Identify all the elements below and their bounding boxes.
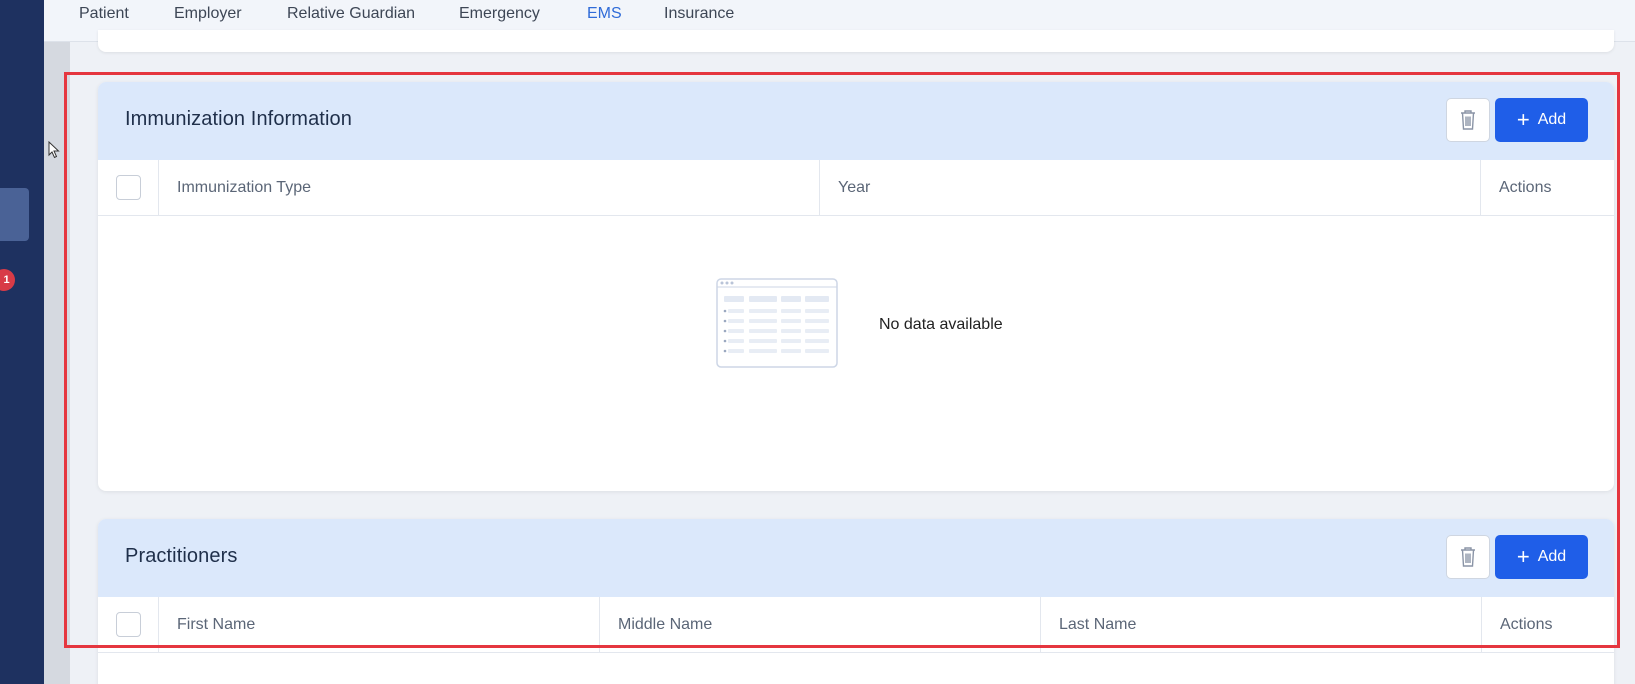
column-immunization-type[interactable]: Immunization Type xyxy=(159,160,820,215)
practitioners-header: Practitioners + Add xyxy=(98,519,1614,597)
practitioners-title: Practitioners xyxy=(125,545,238,567)
practitioners-delete-button[interactable] xyxy=(1446,535,1490,579)
select-all-checkbox[interactable] xyxy=(116,175,141,200)
immunization-delete-button[interactable] xyxy=(1446,98,1490,142)
immunization-header: Immunization Information + Add xyxy=(98,82,1614,160)
column-actions: Actions xyxy=(1500,615,1553,633)
trash-icon xyxy=(1461,110,1475,130)
column-year[interactable]: Year xyxy=(820,160,1481,215)
practitioners-card: Practitioners + Add First Name Middle Na… xyxy=(98,519,1614,684)
previous-section-card xyxy=(98,30,1614,52)
immunization-card: Immunization Information + Add Immunizat… xyxy=(98,82,1614,491)
content-gutter xyxy=(44,42,70,684)
select-all-cell xyxy=(98,160,159,215)
mouse-cursor-icon xyxy=(48,141,60,159)
empty-state: No data available xyxy=(98,216,1614,490)
immunization-add-button[interactable]: + Add xyxy=(1495,98,1588,142)
trash-icon xyxy=(1461,547,1475,567)
empty-table-icon xyxy=(716,278,838,368)
immunization-add-label: Add xyxy=(1537,111,1567,128)
column-actions: Actions xyxy=(1499,178,1552,196)
column-first-name[interactable]: First Name xyxy=(159,597,600,652)
notification-badge[interactable]: 1 xyxy=(0,269,15,291)
empty-state-text: No data available xyxy=(879,316,1003,333)
sidebar-active-item[interactable] xyxy=(0,188,29,241)
practitioners-add-label: Add xyxy=(1537,548,1567,565)
column-last-name[interactable]: Last Name xyxy=(1041,597,1482,652)
sidebar: 1 xyxy=(0,0,44,684)
immunization-title: Immunization Information xyxy=(125,108,352,130)
practitioners-table-header: First Name Middle Name Last Name Actions xyxy=(98,597,1614,653)
practitioners-add-button[interactable]: + Add xyxy=(1495,535,1588,579)
select-all-cell xyxy=(98,597,159,652)
column-middle-name[interactable]: Middle Name xyxy=(600,597,1041,652)
plus-icon: + xyxy=(1516,107,1530,132)
plus-icon: + xyxy=(1516,544,1530,569)
select-all-checkbox[interactable] xyxy=(116,612,141,637)
immunization-table-header: Immunization Type Year Actions xyxy=(98,160,1614,216)
